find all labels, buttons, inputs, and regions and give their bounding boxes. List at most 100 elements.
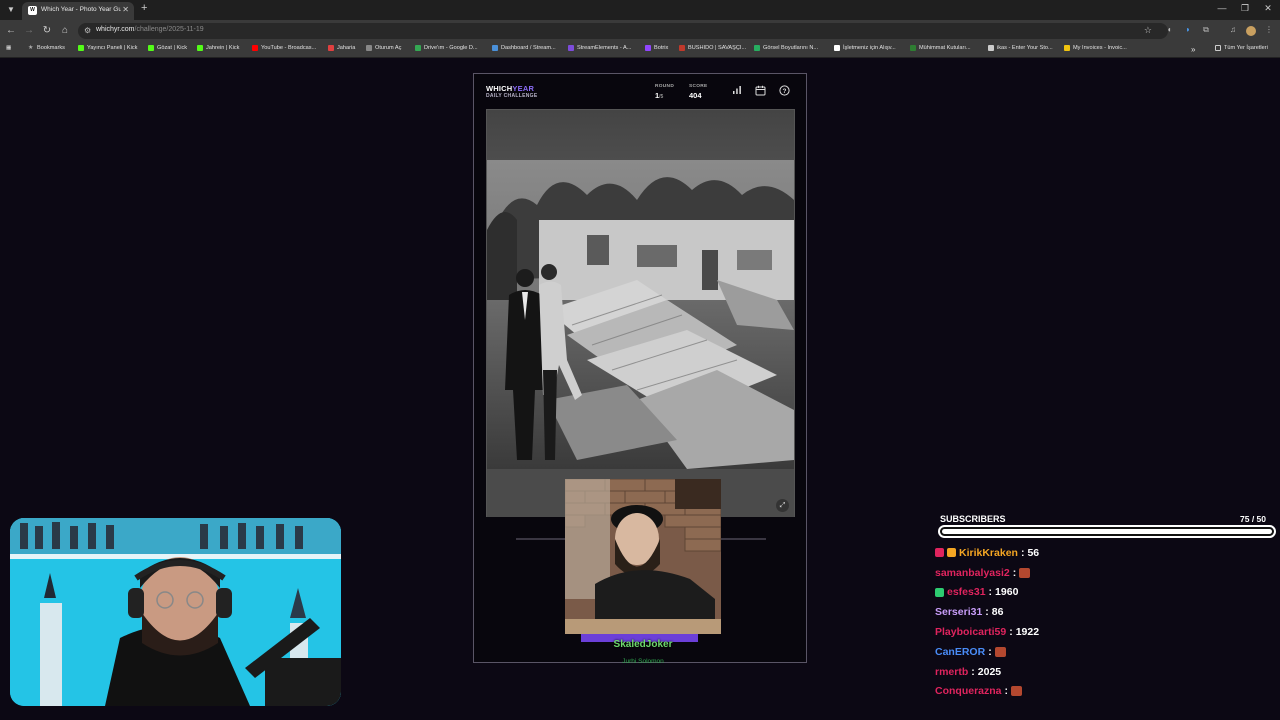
- logo-which: WHICH: [486, 84, 513, 93]
- bookmark-favicon-icon: [252, 45, 258, 51]
- bookmark-favicon-icon: [679, 45, 685, 51]
- round-value: 1/5: [655, 91, 663, 100]
- bookmark-item[interactable]: İşletmeniz için Alışv...: [834, 45, 896, 51]
- bookmark-item[interactable]: Görsel Boyutlarını N...: [754, 45, 818, 51]
- bookmark-favicon-icon: [415, 45, 421, 51]
- bookmark-label: Oturum Aç: [375, 45, 402, 51]
- new-tab-plus-icon[interactable]: +: [141, 2, 147, 14]
- tab-search-chevron-icon[interactable]: ▼: [4, 3, 18, 17]
- media-icon[interactable]: ♫: [1228, 25, 1238, 36]
- bookmark-label: Gözat | Kick: [157, 45, 188, 51]
- apps-grid-icon[interactable]: ▦: [6, 45, 11, 51]
- chat-separator: :: [985, 606, 989, 619]
- chat-text: 1922: [1015, 626, 1040, 639]
- bookmark-item[interactable]: ★ Bookmarks: [28, 45, 65, 51]
- profile-avatar[interactable]: [1246, 26, 1256, 36]
- bookmark-label: Dashboard / Stream...: [501, 45, 556, 51]
- chat-username: CanEROR: [935, 645, 986, 658]
- bookmark-item[interactable]: YouTube - Broadcas...: [252, 45, 316, 51]
- minimize-icon[interactable]: —: [1215, 3, 1229, 13]
- menu-kebab-icon[interactable]: ⋮: [1264, 25, 1274, 36]
- tab-close-icon[interactable]: ✕: [122, 5, 129, 14]
- chat-message: Conquerazna :: [935, 682, 1275, 702]
- back-arrow-icon[interactable]: ←: [4, 24, 18, 38]
- streamer-webcam: [10, 518, 341, 706]
- chat-emote-icon: [1019, 567, 1031, 578]
- bookmark-favicon-icon: [78, 45, 84, 51]
- chat-separator: :: [988, 645, 992, 658]
- bookmark-favicon-icon: [754, 45, 760, 51]
- chat-separator: :: [1009, 626, 1013, 639]
- stats-icon[interactable]: [730, 85, 744, 99]
- address-bar[interactable]: ⚙ whichyr.com/challenge/2025-11-19 ☆: [78, 23, 1168, 39]
- bookmark-favicon-icon: [1064, 45, 1070, 51]
- chat-separator: :: [988, 586, 993, 599]
- bookmark-label: StreamElements - A...: [577, 45, 632, 51]
- guest-name: SkaledJoker: [613, 639, 673, 650]
- browser-toolbar: ← → ↻ ⌂ ⚙ whichyr.com/challenge/2025-11-…: [0, 20, 1280, 42]
- round-label: ROUND: [655, 84, 675, 89]
- bookmark-item[interactable]: Botrix: [645, 45, 668, 51]
- url-host: whichyr.com: [96, 26, 135, 33]
- url-text: whichyr.com/challenge/2025-11-19: [96, 26, 204, 33]
- bookmark-label: BUSHIDO | SAVAŞÇI...: [688, 45, 747, 51]
- challenge-photo-frame[interactable]: ⤢: [486, 109, 795, 517]
- bookmark-favicon-icon: [834, 45, 840, 51]
- bookmark-item[interactable]: BUSHIDO | SAVAŞÇI...: [679, 45, 746, 51]
- chat-text: 2025: [977, 665, 1002, 678]
- site-info-icon[interactable]: ⚙: [84, 26, 91, 35]
- chat-username: esfes31: [947, 586, 986, 599]
- chat-separator: :: [1020, 546, 1025, 559]
- bookmark-favicon-icon: [148, 45, 154, 51]
- chat-badge-icon: [935, 548, 944, 558]
- restore-icon[interactable]: ❐: [1238, 3, 1252, 14]
- bookmark-item[interactable]: StreamElements - A...: [568, 45, 631, 51]
- bookmark-item[interactable]: Mühimmat Kutuları...: [910, 45, 971, 51]
- bookmark-favicon-icon: [328, 45, 334, 51]
- extensions-puzzle-icon[interactable]: ⧉: [1201, 25, 1211, 36]
- challenge-photo[interactable]: [487, 160, 794, 469]
- game-logo[interactable]: WHICHYEAR: [486, 84, 534, 93]
- bookmark-item[interactable]: Jahrein | Kick: [197, 45, 239, 51]
- chat-username: Serseri31: [935, 606, 983, 619]
- bookmark-label: Görsel Boyutlarını N...: [763, 45, 819, 51]
- chat-message: esfes31 : 1960: [935, 583, 1275, 603]
- bookmark-favicon-icon: [988, 45, 994, 51]
- chat-text: 86: [991, 606, 1004, 619]
- photo-letterbox-top: [487, 110, 794, 160]
- favicon-icon: W: [28, 6, 37, 15]
- guest-subtitle: Jurhi Solomon: [622, 658, 664, 665]
- bookmark-item[interactable]: Dashboard / Stream...: [492, 45, 556, 51]
- forward-arrow-icon[interactable]: →: [22, 24, 36, 38]
- bookmark-item[interactable]: Jaharia: [328, 45, 355, 51]
- extension-icon[interactable]: ◗: [1183, 25, 1193, 36]
- bookmark-favicon-icon: [492, 45, 498, 51]
- bookmark-favicon-icon: [366, 45, 372, 51]
- chat-separator: :: [1004, 685, 1009, 698]
- extension-icon[interactable]: ◐: [1165, 25, 1175, 36]
- expand-icon[interactable]: ⤢: [776, 499, 789, 512]
- bookmark-item[interactable]: Yayıncı Paneli | Kick: [78, 45, 137, 51]
- bookmark-item[interactable]: My Invoices - Invoic...: [1064, 45, 1127, 51]
- chat-username: samanbalyasi2: [935, 566, 1010, 579]
- bookmark-item[interactable]: Oturum Aç: [366, 45, 401, 51]
- bookmark-item[interactable]: ikas - Enter Your Sto...: [988, 45, 1053, 51]
- browser-tab-active[interactable]: W Which Year - Photo Year Guess ✕: [22, 2, 134, 20]
- subscribers-goal-fill: [942, 529, 1272, 534]
- all-bookmarks-label: Tüm Yer İşaretleri: [1224, 45, 1268, 51]
- chat-message: CanEROR :: [935, 642, 1275, 662]
- calendar-icon[interactable]: [753, 85, 767, 99]
- chat-message: Serseri31 : 86: [935, 602, 1275, 622]
- bookmark-star-icon[interactable]: ☆: [1144, 25, 1152, 36]
- help-icon[interactable]: ?: [777, 85, 791, 99]
- bookmark-item[interactable]: Gözat | Kick: [148, 45, 187, 51]
- subscribers-goal-label: SUBSCRIBERS: [940, 514, 1006, 524]
- more-bookmarks-chevron-icon[interactable]: »: [1191, 45, 1195, 54]
- tab-title: Which Year - Photo Year Guess: [41, 6, 121, 13]
- home-icon[interactable]: ⌂: [58, 24, 72, 38]
- all-bookmarks-folder[interactable]: Tüm Yer İşaretleri: [1215, 45, 1268, 51]
- close-window-icon[interactable]: ✕: [1261, 3, 1275, 14]
- reload-icon[interactable]: ↻: [40, 24, 54, 38]
- bookmark-item[interactable]: Drive'ım - Google D...: [415, 45, 478, 51]
- chat-emote-icon: [994, 646, 1006, 657]
